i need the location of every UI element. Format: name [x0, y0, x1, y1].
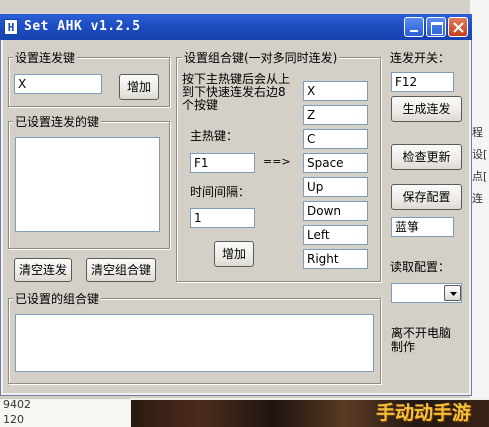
add-combo-button[interactable]: 增加 — [214, 241, 254, 267]
arrow-text: ==> — [263, 155, 291, 168]
combo-key-input-7[interactable]: Left — [303, 225, 368, 245]
interval-input[interactable]: 1 — [190, 208, 255, 228]
watermark-text: 手动动手游 — [376, 402, 472, 424]
close-button[interactable] — [448, 17, 468, 37]
config-name-input[interactable]: 蓝箏 — [391, 217, 454, 237]
background-number: 9402 — [3, 398, 31, 411]
combo-key-input-4[interactable]: Space — [303, 153, 368, 173]
generate-button[interactable]: 生成连发 — [391, 96, 462, 122]
check-update-button[interactable]: 检查更新 — [391, 144, 462, 170]
background-app — [470, 0, 489, 427]
dropdown-arrow-button[interactable] — [444, 285, 461, 301]
rapid-key-list-label: 已设置连发的键 — [13, 113, 102, 130]
toggle-key-input[interactable]: F12 — [391, 72, 454, 92]
clear-combo-button[interactable]: 清空组合键 — [86, 258, 156, 282]
chevron-down-icon — [450, 292, 457, 296]
rapid-key-list[interactable] — [15, 137, 160, 232]
background-text: 设[ — [472, 148, 488, 161]
background-text: 程 — [472, 126, 483, 139]
author-credit: 离不开电脑制作 — [391, 326, 452, 354]
load-config-label: 读取配置： — [390, 260, 451, 274]
background-text: 点[ — [472, 170, 488, 183]
interval-label: 时间间隔： — [190, 185, 251, 199]
combo-instruction: 按下主热键后会从上到下快速连发右边8个按键 — [182, 72, 291, 112]
combo-key-input-8[interactable]: Right — [303, 249, 368, 269]
rapid-key-group-label: 设置连发键 — [13, 49, 78, 66]
app-icon: H — [4, 19, 18, 35]
window-title: Set AHK v1.2.5 — [24, 19, 141, 34]
minimize-button[interactable] — [404, 17, 424, 37]
combo-key-input-3[interactable]: C — [303, 129, 368, 149]
rapid-key-input[interactable]: X — [14, 74, 102, 94]
background-number: 120 — [3, 413, 24, 426]
toggle-key-label: 连发开关： — [390, 51, 451, 65]
save-config-button[interactable]: 保存配置 — [391, 184, 462, 210]
combo-key-input-6[interactable]: Down — [303, 201, 368, 221]
combo-key-input-2[interactable]: Z — [303, 105, 368, 125]
hotkey-label: 主热键： — [190, 129, 239, 143]
background-text: 连 — [472, 192, 483, 205]
combo-key-group-label: 设置组合键(一对多同时连发) — [182, 49, 340, 66]
maximize-button[interactable] — [426, 17, 446, 37]
combo-key-list[interactable] — [15, 314, 374, 372]
close-icon — [453, 22, 464, 33]
combo-list-label: 已设置的组合键 — [13, 290, 102, 307]
hotkey-input[interactable]: F1 — [190, 153, 255, 173]
maximize-icon — [431, 22, 443, 35]
add-rapid-key-button[interactable]: 增加 — [119, 74, 159, 100]
clear-rapid-button[interactable]: 清空连发 — [14, 258, 72, 282]
load-config-select[interactable] — [391, 283, 462, 303]
combo-key-input-5[interactable]: Up — [303, 177, 368, 197]
combo-key-input-1[interactable]: X — [303, 81, 368, 101]
minimize-icon — [410, 30, 418, 32]
